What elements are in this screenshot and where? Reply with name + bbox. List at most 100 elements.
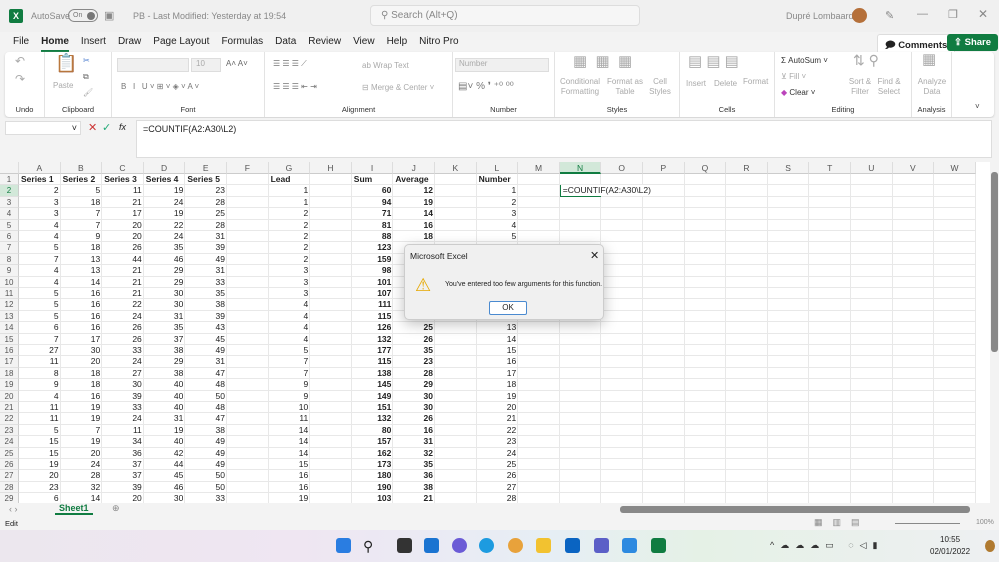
column-header-U[interactable]: U bbox=[851, 162, 893, 174]
cell-A14[interactable]: 6 bbox=[19, 322, 61, 333]
cell[interactable] bbox=[310, 436, 352, 448]
cell[interactable] bbox=[643, 299, 685, 311]
row-header-21[interactable]: 21 bbox=[0, 402, 19, 414]
cell[interactable] bbox=[227, 174, 269, 186]
insert-button[interactable]: Insert bbox=[686, 79, 706, 89]
cell-I17[interactable]: 115 bbox=[352, 356, 394, 367]
cell-A6[interactable]: 4 bbox=[19, 231, 61, 242]
cell[interactable] bbox=[892, 299, 935, 311]
clear-button[interactable]: ◆ Clear ˅ bbox=[781, 88, 815, 98]
cell-A17[interactable]: 11 bbox=[19, 356, 61, 367]
cell[interactable] bbox=[435, 390, 477, 402]
chat-icon[interactable] bbox=[452, 538, 467, 553]
cell[interactable] bbox=[934, 493, 976, 503]
cell-G29[interactable]: 19 bbox=[269, 493, 311, 503]
cell-A27[interactable]: 20 bbox=[19, 470, 61, 481]
cell[interactable] bbox=[227, 356, 269, 368]
cell[interactable] bbox=[934, 174, 976, 186]
cell[interactable] bbox=[601, 276, 643, 288]
cell-A3[interactable]: 3 bbox=[19, 197, 61, 208]
cell[interactable] bbox=[851, 242, 893, 254]
cell[interactable] bbox=[809, 174, 851, 186]
cell[interactable] bbox=[601, 242, 643, 254]
cell[interactable] bbox=[934, 310, 976, 323]
notification-icon[interactable] bbox=[985, 540, 995, 552]
cell[interactable] bbox=[851, 174, 893, 186]
cell[interactable] bbox=[227, 196, 269, 209]
cell-E19[interactable]: 48 bbox=[185, 379, 227, 390]
cell[interactable] bbox=[601, 367, 643, 380]
cell-C17[interactable]: 24 bbox=[102, 356, 144, 367]
autosave-toggle[interactable]: On bbox=[68, 9, 98, 22]
cell[interactable] bbox=[851, 196, 893, 209]
cell[interactable] bbox=[435, 413, 477, 425]
cell[interactable] bbox=[934, 196, 976, 209]
cell[interactable] bbox=[643, 493, 685, 503]
analyze-data-button[interactable]: Analyze Data bbox=[915, 77, 949, 97]
cell[interactable] bbox=[934, 185, 976, 197]
cell-G17[interactable]: 7 bbox=[269, 356, 311, 367]
cell-G14[interactable]: 4 bbox=[269, 322, 311, 333]
cell[interactable] bbox=[227, 322, 269, 334]
cell[interactable] bbox=[601, 299, 643, 311]
cell-G27[interactable]: 16 bbox=[269, 470, 311, 481]
cell-C28[interactable]: 39 bbox=[102, 482, 144, 493]
cell-I2[interactable]: 60 bbox=[352, 185, 394, 196]
cell-B19[interactable]: 18 bbox=[61, 379, 103, 390]
cell[interactable] bbox=[560, 493, 602, 503]
cell[interactable] bbox=[559, 196, 602, 209]
cell[interactable] bbox=[934, 322, 976, 334]
cell[interactable] bbox=[809, 333, 851, 345]
cell[interactable] bbox=[809, 219, 851, 231]
row-header-16[interactable]: 16 bbox=[0, 345, 19, 357]
cell-B22[interactable]: 19 bbox=[61, 413, 103, 424]
cell[interactable] bbox=[601, 219, 643, 231]
cell[interactable] bbox=[601, 196, 643, 209]
cell[interactable] bbox=[684, 459, 727, 471]
cell-C6[interactable]: 20 bbox=[102, 231, 144, 242]
cell[interactable] bbox=[643, 481, 685, 494]
cell-G13[interactable]: 4 bbox=[269, 311, 311, 322]
cell-E28[interactable]: 50 bbox=[185, 482, 227, 493]
column-title-E[interactable]: Series 5 bbox=[185, 174, 227, 185]
cell-J5[interactable]: 16 bbox=[393, 220, 435, 231]
edge-icon[interactable] bbox=[479, 538, 494, 553]
cell-I23[interactable]: 80 bbox=[352, 425, 394, 436]
copy-icon[interactable]: ⧉ bbox=[83, 72, 89, 82]
cell[interactable] bbox=[726, 208, 768, 220]
cell[interactable] bbox=[767, 242, 810, 254]
cell-A25[interactable]: 15 bbox=[19, 448, 61, 459]
cell-A8[interactable]: 7 bbox=[19, 254, 61, 265]
cell[interactable] bbox=[643, 288, 685, 300]
cell-G8[interactable]: 2 bbox=[269, 254, 311, 265]
row-header-10[interactable]: 10 bbox=[0, 276, 19, 288]
cell[interactable] bbox=[684, 436, 727, 448]
cell[interactable] bbox=[726, 310, 768, 323]
close-icon[interactable]: ✕ bbox=[590, 249, 599, 262]
cell[interactable] bbox=[601, 265, 643, 277]
cell[interactable] bbox=[643, 356, 685, 368]
find-select-button[interactable]: Find & Select bbox=[875, 77, 903, 97]
cell[interactable] bbox=[726, 345, 768, 357]
cell-G9[interactable]: 3 bbox=[269, 265, 311, 276]
cell[interactable] bbox=[767, 299, 810, 311]
cell[interactable] bbox=[601, 322, 643, 334]
cell[interactable] bbox=[518, 470, 560, 482]
format-painter-icon[interactable]: 🖌 bbox=[83, 88, 93, 98]
cell-J27[interactable]: 36 bbox=[393, 470, 435, 481]
format-as-table-button[interactable]: Format as Table bbox=[607, 77, 643, 97]
cell[interactable] bbox=[310, 333, 352, 345]
fill-button[interactable]: ⊻ Fill ˅ bbox=[781, 72, 806, 82]
add-sheet-icon[interactable]: ⊕ bbox=[112, 503, 120, 514]
cell[interactable] bbox=[684, 424, 727, 437]
cell[interactable] bbox=[559, 174, 602, 186]
row-header-28[interactable]: 28 bbox=[0, 481, 19, 494]
row-header-11[interactable]: 11 bbox=[0, 288, 19, 300]
cell-I22[interactable]: 132 bbox=[352, 413, 394, 424]
cell[interactable] bbox=[892, 367, 935, 380]
cell-L27[interactable]: 26 bbox=[477, 470, 519, 481]
cell[interactable] bbox=[767, 310, 810, 323]
cell-B8[interactable]: 13 bbox=[61, 254, 103, 265]
cell-D10[interactable]: 29 bbox=[144, 277, 186, 288]
cell-C16[interactable]: 33 bbox=[102, 345, 144, 356]
